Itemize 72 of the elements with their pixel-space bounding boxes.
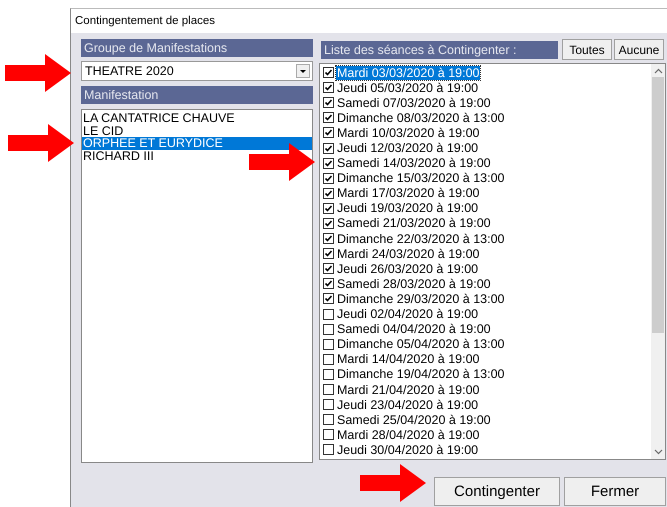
checkbox[interactable] <box>323 278 334 290</box>
session-item[interactable]: Samedi 14/03/2020 à 19:00 <box>336 156 492 170</box>
list-item[interactable]: ORPHEE ET EURYDICE <box>82 137 312 150</box>
section-header: Groupe de Manifestations <box>81 39 313 57</box>
scrollbar[interactable] <box>651 64 665 459</box>
group-dropdown[interactable]: THEATRE 2020 <box>81 61 313 81</box>
session-item[interactable]: Jeudi 26/03/2020 à 19:00 <box>336 262 480 276</box>
list-item[interactable]: RICHARD III <box>82 150 312 162</box>
checkbox[interactable] <box>323 188 334 199</box>
session-item[interactable]: Samedi 04/04/2020 à 19:00 <box>336 322 492 336</box>
checkbox[interactable] <box>323 338 334 350</box>
scroll-up-icon[interactable] <box>654 68 662 74</box>
checkbox[interactable] <box>323 384 334 396</box>
section-header: Liste des séances à Contingenter : <box>321 40 558 58</box>
pointer-arrow <box>5 54 71 92</box>
apply-button[interactable]: Contingenter <box>434 477 560 506</box>
checkbox[interactable] <box>323 172 334 184</box>
session-item[interactable]: Dimanche 22/03/2020 à 13:00 <box>336 232 506 246</box>
session-item[interactable]: Jeudi 05/03/2020 à 19:00 <box>336 80 480 95</box>
pointer-arrow <box>8 124 74 162</box>
session-item[interactable]: Dimanche 29/03/2020 à 13:00 <box>336 292 506 306</box>
checkbox[interactable] <box>323 127 334 138</box>
checkbox[interactable] <box>323 233 334 244</box>
checkbox[interactable] <box>323 112 334 124</box>
session-item[interactable]: Mardi 28/04/2020 à 19:00 <box>336 428 480 442</box>
session-item[interactable]: Mardi 17/03/2020 à 19:00 <box>336 186 480 200</box>
checkbox[interactable] <box>323 248 334 260</box>
session-item[interactable]: Mardi 24/03/2020 à 19:00 <box>336 246 480 261</box>
checkbox[interactable] <box>323 142 334 154</box>
session-item[interactable]: Jeudi 12/03/2020 à 19:00 <box>336 141 480 156</box>
checkbox[interactable] <box>323 293 334 304</box>
session-item[interactable]: Samedi 25/04/2020 à 19:00 <box>336 412 492 427</box>
checkbox[interactable] <box>323 414 334 426</box>
list-item[interactable]: LE CID <box>82 124 312 137</box>
checkbox[interactable] <box>323 263 334 274</box>
session-item[interactable]: Jeudi 19/03/2020 à 19:00 <box>336 201 480 216</box>
select-button[interactable]: Toutes <box>562 39 612 60</box>
session-item[interactable]: Dimanche 05/04/2020 à 13:00 <box>336 337 506 352</box>
session-item[interactable]: Mardi 21/04/2020 à 19:00 <box>336 382 480 397</box>
section-header: Manifestation <box>81 86 313 104</box>
scroll-down-icon[interactable] <box>654 449 662 455</box>
session-item[interactable]: Mardi 03/03/2020 à 19:00 <box>336 66 480 80</box>
session-item[interactable]: Dimanche 19/04/2020 à 13:00 <box>336 367 506 382</box>
checkbox[interactable] <box>323 399 334 410</box>
checkbox[interactable] <box>323 444 334 456</box>
checkbox[interactable] <box>323 202 334 214</box>
select-button[interactable]: Aucune <box>614 39 664 60</box>
close-button[interactable]: Fermer <box>564 477 666 506</box>
window-title: Contingentement de places <box>75 15 216 27</box>
checkbox[interactable] <box>323 354 334 365</box>
checkbox[interactable] <box>323 308 334 320</box>
list-item[interactable]: LA CANTATRICE CHAUVE <box>82 112 312 124</box>
session-item[interactable]: Dimanche 08/03/2020 à 13:00 <box>336 110 506 125</box>
checkbox[interactable] <box>323 67 334 78</box>
session-item[interactable]: Jeudi 30/04/2020 à 19:00 <box>336 442 480 457</box>
pointer-arrow <box>249 143 315 181</box>
pointer-arrow <box>360 464 426 502</box>
session-item[interactable]: Samedi 07/03/2020 à 19:00 <box>336 96 492 110</box>
checkbox[interactable] <box>323 368 334 380</box>
session-item[interactable]: Jeudi 02/04/2020 à 19:00 <box>336 307 480 322</box>
session-item[interactable]: Dimanche 15/03/2020 à 13:00 <box>336 171 506 186</box>
session-item[interactable]: Samedi 21/03/2020 à 19:00 <box>336 216 492 230</box>
session-item[interactable]: Mardi 14/04/2020 à 19:00 <box>336 352 480 366</box>
session-item[interactable]: Mardi 10/03/2020 à 19:00 <box>336 126 480 140</box>
checkbox[interactable] <box>323 97 334 108</box>
checkbox[interactable] <box>323 218 334 229</box>
checkbox[interactable] <box>323 158 334 169</box>
checkbox[interactable] <box>323 82 334 94</box>
checkbox[interactable] <box>323 324 334 335</box>
session-item[interactable]: Samedi 28/03/2020 à 19:00 <box>336 276 492 291</box>
checkbox[interactable] <box>323 429 334 440</box>
session-item[interactable]: Jeudi 23/04/2020 à 19:00 <box>336 398 480 412</box>
